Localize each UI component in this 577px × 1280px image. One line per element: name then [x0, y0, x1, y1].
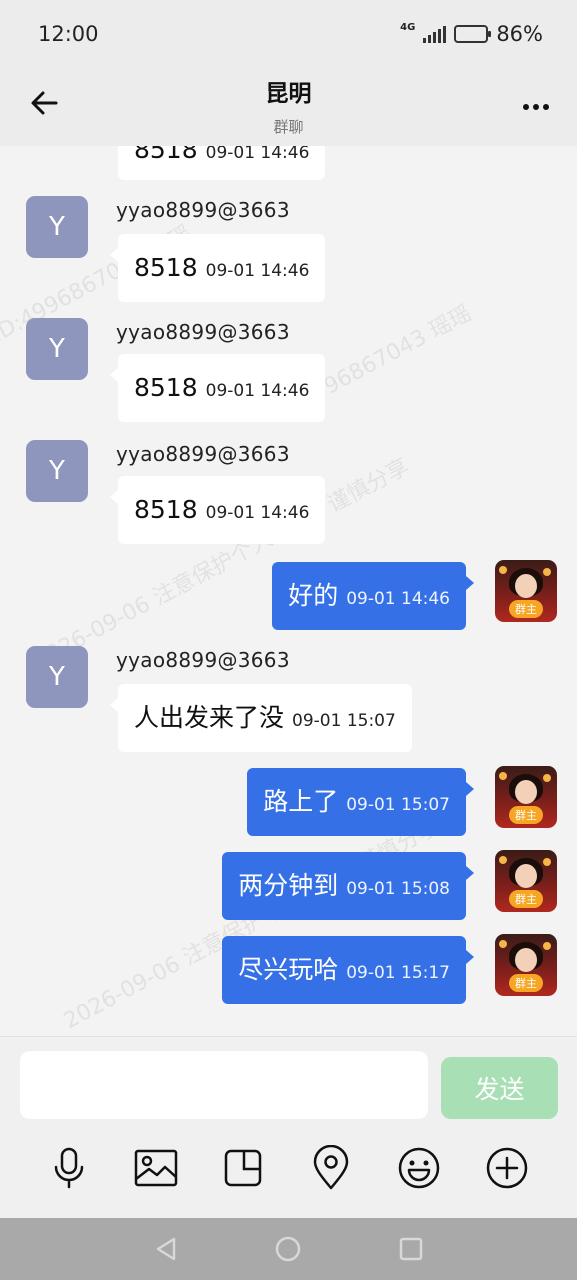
message-bubble-outgoing[interactable]: 两分钟到 09-01 15:08	[222, 852, 474, 920]
self-avatar[interactable]: 群主	[495, 934, 557, 996]
chat-header: 昆明 群聊	[0, 68, 577, 146]
message-text: 好的	[288, 581, 339, 610]
message-time: 09-01 14:46	[205, 146, 310, 163]
self-avatar[interactable]: 群主	[495, 766, 557, 828]
message-bubble-incoming[interactable]: 人出发来了没 09-01 15:07	[110, 684, 412, 752]
message-bubble-incoming[interactable]: 8518 09-01 14:46	[118, 146, 326, 180]
battery-icon	[454, 25, 492, 43]
chat-title: 昆明	[265, 81, 312, 107]
message-time: 09-01 15:07	[346, 795, 450, 815]
sender-name: yyao8899@3663	[116, 648, 290, 672]
message-text: 8518	[134, 253, 198, 282]
message-time: 09-01 14:46	[205, 381, 310, 401]
message-time: 09-01 14:46	[205, 261, 310, 281]
owner-badge: 群主	[509, 600, 543, 618]
battery-percent: 86%	[496, 22, 543, 46]
sender-name: yyao8899@3663	[116, 198, 290, 222]
wallet-icon[interactable]	[220, 1145, 266, 1191]
message-text: 人出发来了没	[134, 703, 285, 732]
message-time: 09-01 15:08	[346, 879, 450, 899]
composer: 发送	[0, 1036, 577, 1218]
message-time: 09-01 14:46	[205, 503, 310, 523]
system-nav-bar	[0, 1218, 577, 1280]
nav-back-icon[interactable]	[152, 1234, 182, 1264]
message-bubble-incoming[interactable]: 8518 09-01 14:46	[109, 354, 326, 422]
owner-badge: 群主	[509, 806, 543, 824]
nav-home-icon[interactable]	[273, 1234, 303, 1264]
message-text: 8518	[134, 495, 198, 524]
message-bubble-incoming[interactable]: 8518 09-01 14:46	[109, 234, 326, 302]
status-time: 12:00	[38, 22, 99, 46]
chat-subtitle: 群聊	[273, 118, 304, 136]
status-bar: 12:00 4G 86%	[0, 0, 577, 68]
message-bubble-outgoing[interactable]: 路上了 09-01 15:07	[247, 768, 474, 836]
message-list[interactable]: ID:4996867043 瑶瑶 2026-09-06 注意保护个人隐私，谨慎分…	[0, 146, 577, 1036]
message-bubble-outgoing[interactable]: 好的 09-01 14:46	[272, 562, 474, 630]
avatar[interactable]: Y	[26, 440, 88, 502]
self-avatar[interactable]: 群主	[495, 850, 557, 912]
add-icon[interactable]	[484, 1145, 530, 1191]
avatar[interactable]: Y	[26, 646, 88, 708]
avatar[interactable]: Y	[26, 318, 88, 380]
message-text: 8518	[134, 146, 198, 164]
message-time: 09-01 15:17	[346, 963, 450, 983]
nav-recents-icon[interactable]	[396, 1234, 426, 1264]
location-icon[interactable]	[308, 1145, 354, 1191]
owner-badge: 群主	[509, 974, 543, 992]
microphone-icon[interactable]	[46, 1145, 92, 1191]
avatar[interactable]: Y	[26, 196, 88, 258]
image-icon[interactable]	[133, 1145, 179, 1191]
message-bubble-incoming[interactable]: 8518 09-01 14:46	[109, 476, 326, 544]
owner-badge: 群主	[509, 890, 543, 908]
emoji-icon[interactable]	[396, 1145, 442, 1191]
send-button[interactable]: 发送	[441, 1057, 558, 1119]
sender-name: yyao8899@3663	[116, 442, 290, 466]
message-text: 两分钟到	[238, 871, 339, 900]
message-time: 09-01 14:46	[346, 589, 450, 609]
network-type: 4G	[400, 22, 416, 33]
status-indicators: 4G 86%	[400, 22, 543, 46]
message-text: 路上了	[263, 787, 339, 816]
message-bubble-outgoing[interactable]: 尽兴玩哈 09-01 15:17	[222, 936, 474, 1004]
message-text: 尽兴玩哈	[238, 955, 339, 984]
sender-name: yyao8899@3663	[116, 320, 290, 344]
more-options-icon[interactable]	[517, 98, 555, 116]
signal-icon	[423, 25, 447, 43]
message-input[interactable]	[20, 1051, 428, 1119]
message-time: 09-01 15:07	[292, 711, 396, 731]
self-avatar[interactable]: 群主	[495, 560, 557, 622]
message-text: 8518	[134, 373, 198, 402]
